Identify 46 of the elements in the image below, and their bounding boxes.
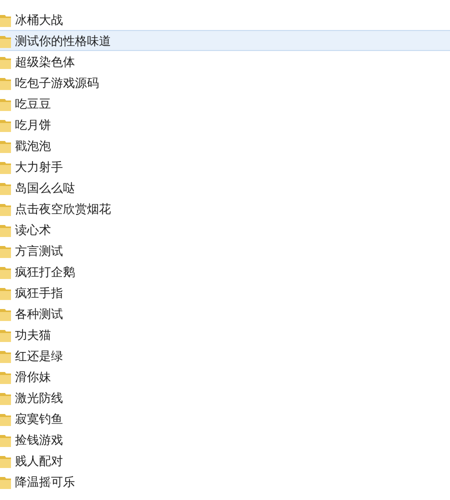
folder-icon	[0, 202, 11, 216]
folder-row[interactable]: 读心术	[0, 219, 450, 240]
folder-row[interactable]: 大力射手	[0, 156, 450, 177]
folder-row[interactable]: 测试你的性格味道	[0, 30, 450, 51]
folder-icon	[0, 264, 11, 278]
folder-row[interactable]: 红还是绿	[0, 345, 450, 366]
folder-icon	[0, 96, 11, 110]
folder-row[interactable]: 岛国么么哒	[0, 177, 450, 198]
folder-row[interactable]: 方言测试	[0, 240, 450, 261]
folder-icon	[0, 76, 11, 90]
folder-row[interactable]: 疯狂打企鹅	[0, 261, 450, 282]
folder-row[interactable]: 吃月饼	[0, 114, 450, 135]
folder-icon	[0, 34, 11, 48]
folder-row[interactable]: 寂寞钓鱼	[0, 408, 450, 429]
folder-row[interactable]: 吃豆豆	[0, 93, 450, 114]
folder-row[interactable]: 捡钱游戏	[0, 429, 450, 450]
folder-icon	[0, 454, 11, 468]
folder-row[interactable]: 激光防线	[0, 387, 450, 408]
folder-row[interactable]: 滑你妹	[0, 366, 450, 387]
folder-row[interactable]: 超级染色体	[0, 51, 450, 72]
folder-icon	[0, 118, 11, 132]
folder-icon	[0, 12, 11, 26]
folder-icon	[0, 54, 11, 68]
folder-icon	[0, 370, 11, 384]
folder-icon	[0, 390, 11, 404]
folder-row[interactable]: 吃包子游戏源码	[0, 72, 450, 93]
folder-icon	[0, 432, 11, 446]
folder-row[interactable]: 戳泡泡	[0, 135, 450, 156]
folder-icon	[0, 286, 11, 300]
folder-row[interactable]: 各种测试	[0, 303, 450, 324]
folder-row[interactable]: 点击夜空欣赏烟花	[0, 198, 450, 219]
folder-icon	[0, 244, 11, 258]
folder-row[interactable]: 功夫猫	[0, 324, 450, 345]
folder-row[interactable]: 降温摇可乐	[0, 471, 450, 492]
folder-icon	[0, 328, 11, 342]
folder-icon	[0, 306, 11, 320]
folder-icon	[0, 138, 11, 152]
folder-icon	[0, 348, 11, 362]
folder-row[interactable]: 冰桶大战	[0, 9, 450, 30]
folder-icon	[0, 222, 11, 236]
folder-icon	[0, 474, 11, 488]
folder-row[interactable]: 疯狂手指	[0, 282, 450, 303]
folder-row[interactable]: 贱人配对	[0, 450, 450, 471]
folder-icon	[0, 180, 11, 194]
folder-icon	[0, 412, 11, 426]
folder-icon	[0, 160, 11, 174]
